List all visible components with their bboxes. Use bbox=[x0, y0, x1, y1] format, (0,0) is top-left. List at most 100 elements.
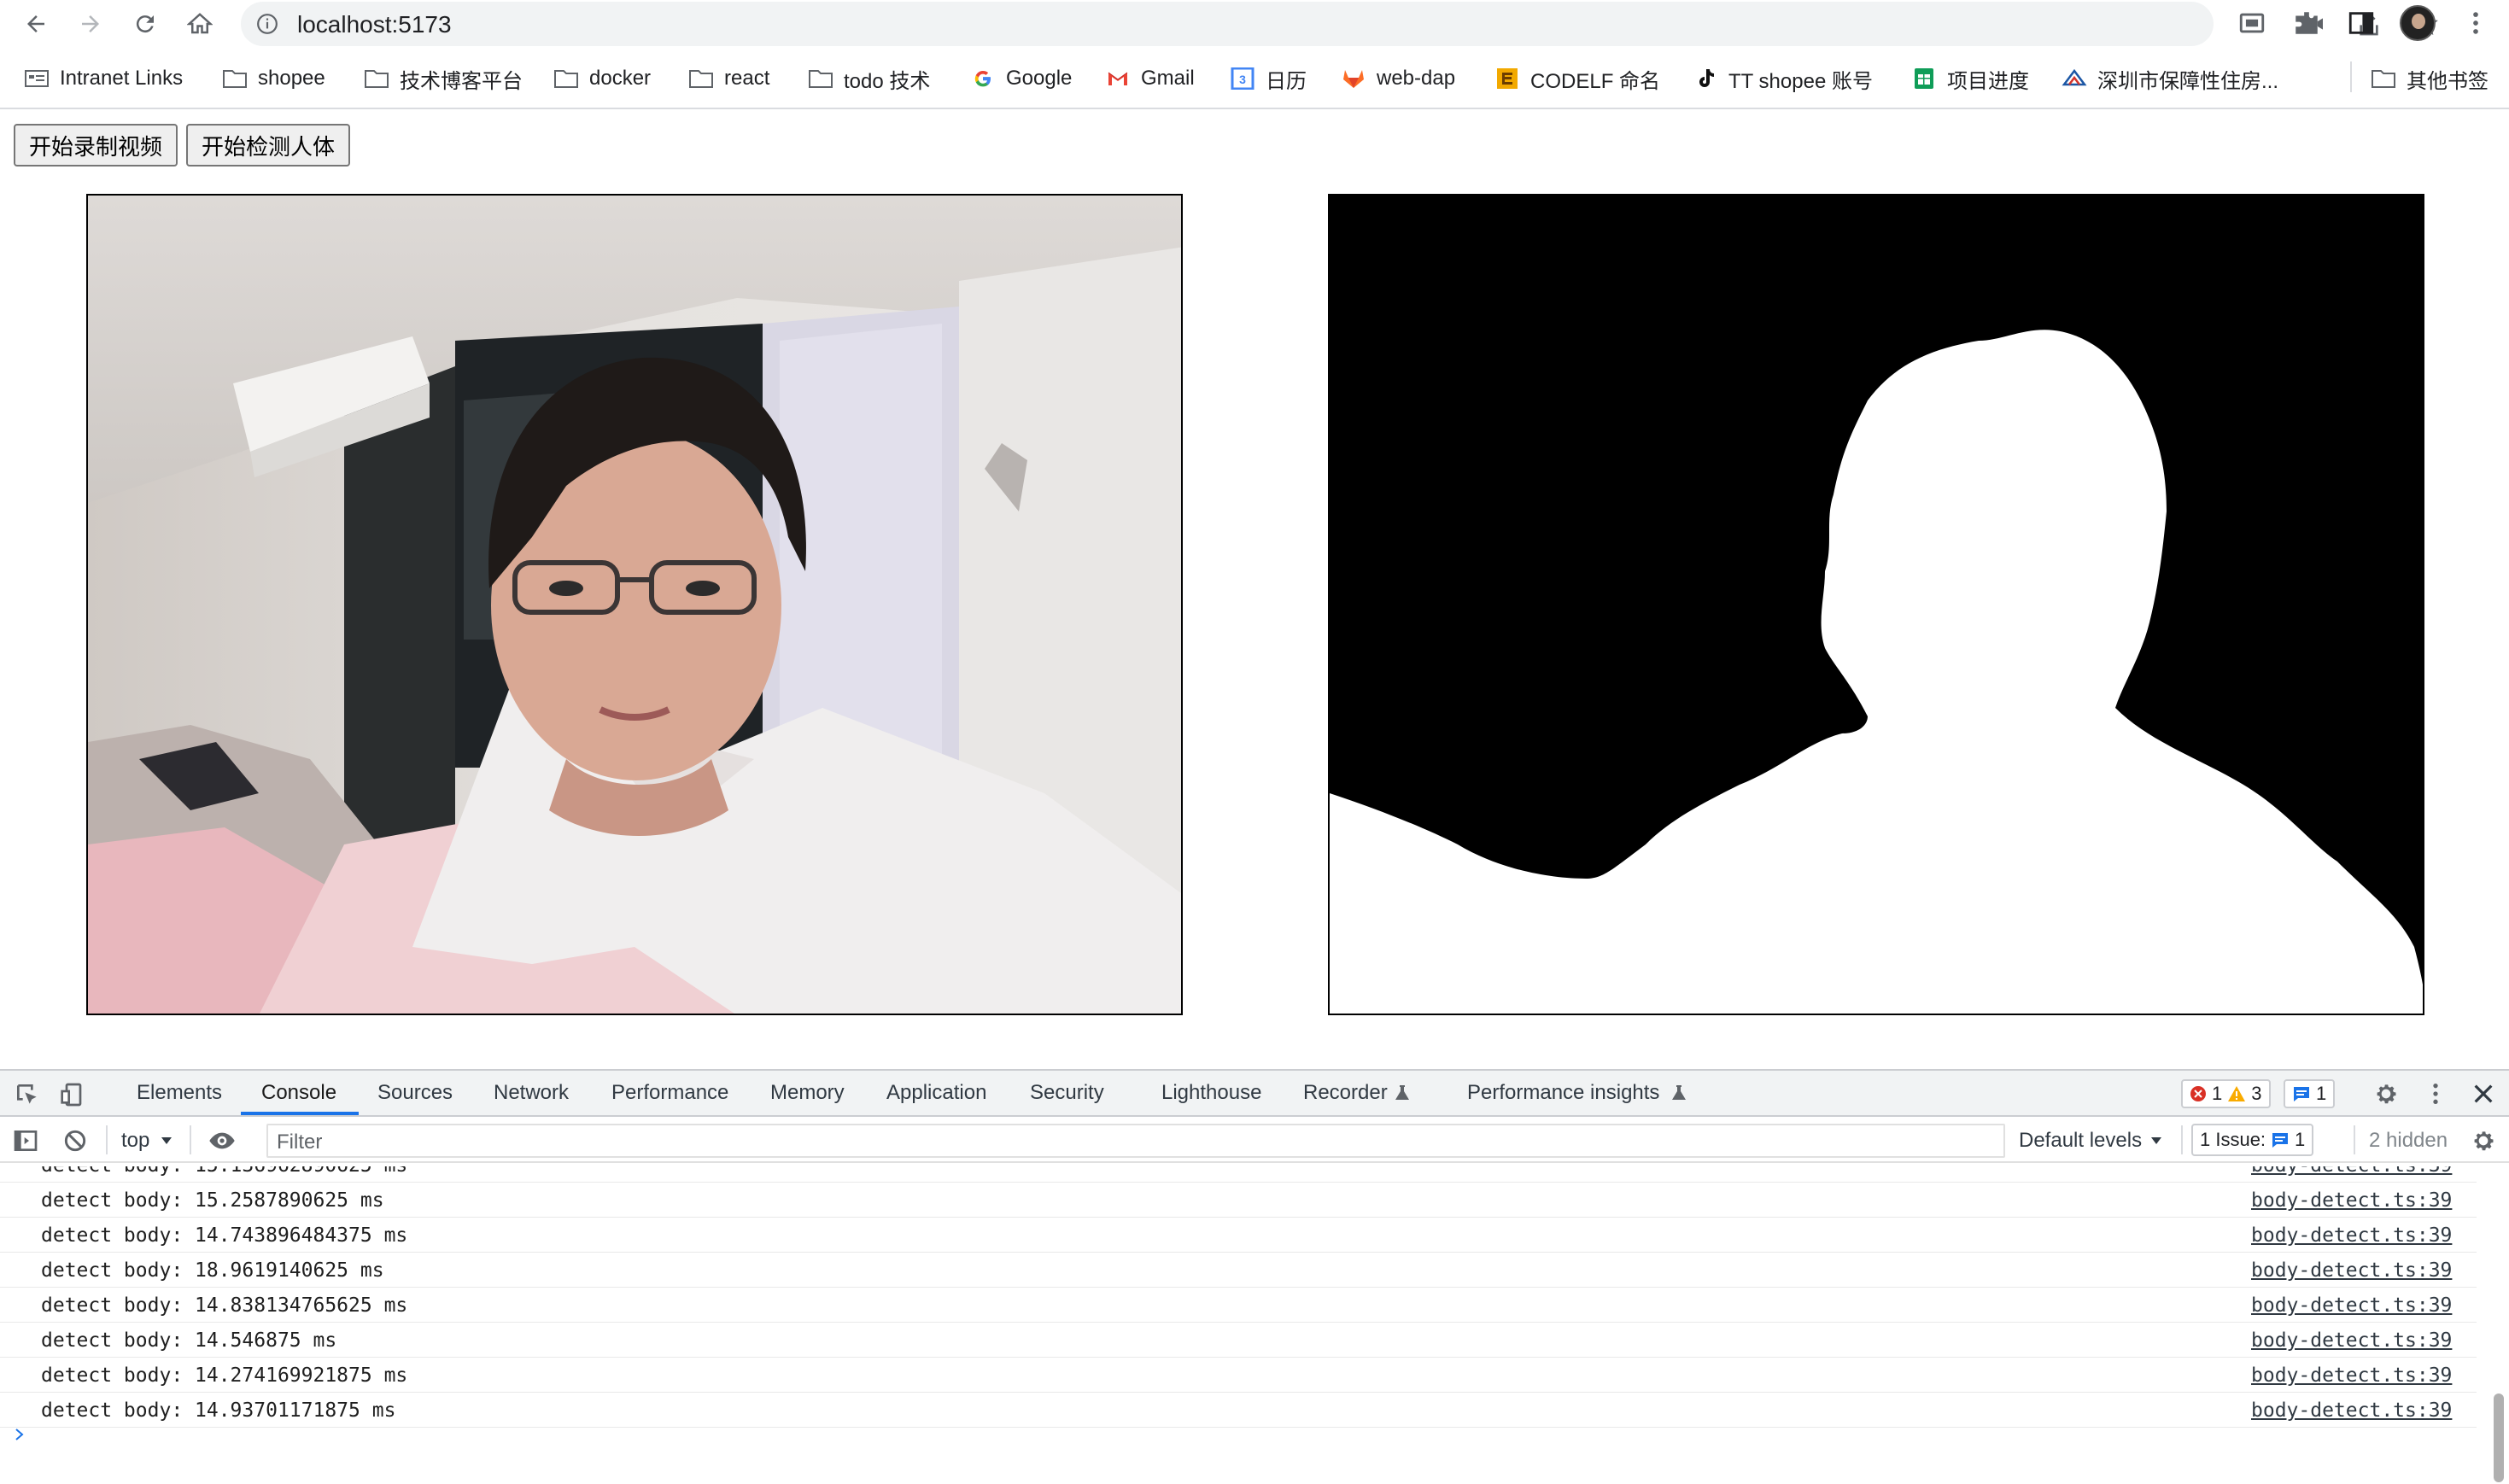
screencast-icon[interactable] bbox=[2237, 9, 2266, 38]
bookmark-tt-shopee[interactable]: TT shopee 账号 bbox=[1693, 65, 1873, 93]
url-text: localhost:5173 bbox=[297, 11, 452, 38]
start-detection-button[interactable]: 开始检测人体 bbox=[186, 124, 351, 167]
console-log-row: detect body: 18.9619140625 ms body-detec… bbox=[0, 1253, 2477, 1288]
toolbar-divider bbox=[106, 1125, 108, 1154]
tab-recorder[interactable]: Recorder bbox=[1303, 1081, 1388, 1105]
bookmark-label: shopee bbox=[258, 67, 325, 90]
log-source-link[interactable]: body-detect.ts:39 bbox=[2251, 1294, 2452, 1317]
message-counter[interactable]: 1 bbox=[2284, 1079, 2336, 1108]
home-icon bbox=[187, 13, 213, 34]
console-log-row: detect body: 14.93701171875 ms body-dete… bbox=[0, 1393, 2477, 1428]
bookmark-gmail[interactable]: Gmail bbox=[1105, 65, 1195, 92]
tab-application[interactable]: Application bbox=[886, 1081, 986, 1105]
bookmark-docker[interactable]: docker bbox=[553, 65, 651, 92]
more-vert-icon[interactable] bbox=[2422, 1080, 2449, 1107]
tab-lighthouse[interactable]: Lighthouse bbox=[1161, 1081, 1261, 1105]
dropdown-arrow-icon bbox=[2151, 1137, 2161, 1144]
bookmark-tech-blog[interactable]: 技术博客平台 bbox=[364, 65, 523, 93]
back-button[interactable] bbox=[17, 5, 55, 43]
bookmark-other[interactable]: 其他书签 bbox=[2371, 65, 2489, 93]
folder-icon bbox=[223, 70, 247, 88]
close-icon[interactable] bbox=[2470, 1080, 2497, 1107]
inspect-element-icon[interactable] bbox=[14, 1081, 41, 1108]
console-scrollbar[interactable] bbox=[2494, 1393, 2504, 1482]
error-warning-counter[interactable]: 1 3 bbox=[2181, 1079, 2271, 1108]
bookmark-label: Gmail bbox=[1141, 67, 1195, 90]
reload-icon bbox=[136, 15, 154, 33]
log-source-link[interactable]: body-detect.ts:39 bbox=[2251, 1259, 2452, 1282]
device-toolbar-icon[interactable] bbox=[60, 1081, 87, 1108]
profile-avatar[interactable] bbox=[2400, 5, 2436, 41]
folder-icon bbox=[554, 70, 578, 88]
bookmark-google[interactable]: Google bbox=[970, 65, 1072, 92]
clear-console-icon[interactable] bbox=[61, 1127, 89, 1154]
bookmark-label: 项目进度 bbox=[1947, 69, 2029, 93]
bookmark-web-dap[interactable]: web-dap bbox=[1341, 65, 1455, 92]
start-recording-button[interactable]: 开始录制视频 bbox=[14, 124, 178, 167]
tiktok-icon bbox=[1699, 69, 1714, 87]
console-log-row: detect body: 14.743896484375 ms body-det… bbox=[0, 1218, 2477, 1253]
console-messages: detect body: 15.136962890625 ms body-det… bbox=[0, 1166, 2509, 1484]
bookmark-sz-housing[interactable]: 深圳市保障性住房... bbox=[2062, 65, 2279, 93]
bookmark-react[interactable]: react bbox=[688, 65, 769, 92]
bookmark-label: Google bbox=[1006, 67, 1073, 90]
settings-gear-icon[interactable] bbox=[2372, 1080, 2400, 1107]
site-info-icon[interactable] bbox=[256, 13, 278, 35]
log-source-link[interactable]: body-detect.ts:39 bbox=[2251, 1224, 2452, 1247]
console-log-row: detect body: 14.838134765625 ms body-det… bbox=[0, 1288, 2477, 1323]
address-bar[interactable]: localhost:5173 bbox=[241, 2, 2438, 46]
log-source-link[interactable]: body-detect.ts:39 bbox=[2251, 1364, 2452, 1387]
bookmark-label: web-dap bbox=[1377, 67, 1456, 90]
bookmark-todo[interactable]: todo 技术 bbox=[808, 65, 930, 93]
tab-sources[interactable]: Sources bbox=[377, 1081, 453, 1105]
sheets-icon bbox=[1915, 68, 1933, 89]
bookmark-shopee[interactable]: shopee bbox=[222, 65, 325, 92]
message-icon bbox=[2272, 1133, 2289, 1148]
console-settings-gear-icon[interactable] bbox=[2470, 1127, 2497, 1154]
tab-security[interactable]: Security bbox=[1030, 1081, 1104, 1105]
console-filter-input[interactable]: Filter bbox=[266, 1124, 2005, 1158]
log-levels-dropdown[interactable]: Default levels bbox=[2019, 1129, 2142, 1153]
reload-button[interactable] bbox=[126, 5, 164, 43]
console-log-row: detect body: 15.136962890625 ms body-det… bbox=[0, 1166, 2477, 1183]
browser-toolbar: localhost:5173 bbox=[0, 0, 2509, 48]
log-source-link[interactable]: body-detect.ts:39 bbox=[2251, 1399, 2452, 1422]
extensions-icon[interactable] bbox=[2292, 9, 2321, 38]
more-vert-icon[interactable] bbox=[2461, 9, 2490, 38]
log-source-link[interactable]: body-detect.ts:39 bbox=[2251, 1329, 2452, 1352]
tab-console[interactable]: Console bbox=[261, 1081, 336, 1105]
experimental-flask-icon bbox=[1395, 1085, 1409, 1100]
side-panel-icon[interactable] bbox=[2347, 9, 2376, 38]
error-count: 1 bbox=[2212, 1083, 2223, 1104]
bookmark-label: 技术博客平台 bbox=[400, 69, 523, 93]
folder-icon bbox=[809, 70, 833, 88]
google-icon bbox=[974, 70, 991, 87]
bookmark-codelf[interactable]: CODELF 命名 bbox=[1494, 65, 1660, 93]
issues-label: 1 Issue: bbox=[2200, 1129, 2266, 1150]
bookmarks-bar: Intranet Links shopee 技术博客平台 docker reac… bbox=[0, 56, 2509, 99]
console-log-row: detect body: 15.2587890625 ms body-detec… bbox=[0, 1183, 2477, 1218]
tab-memory[interactable]: Memory bbox=[770, 1081, 845, 1105]
eye-icon[interactable] bbox=[208, 1127, 236, 1154]
segmentation-mask-image bbox=[1330, 196, 2423, 1014]
tab-performance[interactable]: Performance bbox=[611, 1081, 728, 1105]
issues-button[interactable]: 1 Issue: 1 bbox=[2191, 1124, 2314, 1156]
bookmark-label: 深圳市保障性住房... bbox=[2097, 69, 2279, 93]
log-message: detect body: 15.2587890625 ms bbox=[41, 1189, 384, 1212]
forward-button[interactable] bbox=[72, 5, 109, 43]
log-source-link[interactable]: body-detect.ts:39 bbox=[2251, 1189, 2452, 1212]
tab-elements[interactable]: Elements bbox=[137, 1081, 222, 1105]
camera-frame-image bbox=[88, 196, 1181, 1014]
tab-performance-insights[interactable]: Performance insights bbox=[1467, 1081, 1659, 1105]
gmail-icon bbox=[1108, 72, 1128, 85]
tab-network[interactable]: Network bbox=[494, 1081, 569, 1105]
sidebar-toggle-icon[interactable] bbox=[12, 1127, 39, 1154]
bookmark-calendar[interactable]: 3 日历 bbox=[1230, 65, 1307, 93]
active-tab-indicator bbox=[241, 1112, 359, 1115]
bookmark-intranet-links[interactable]: Intranet Links bbox=[24, 65, 183, 92]
log-source-link[interactable]: body-detect.ts:39 bbox=[2251, 1166, 2452, 1177]
bookmark-project-progress[interactable]: 项目进度 bbox=[1911, 65, 2029, 93]
context-selector[interactable]: top bbox=[121, 1129, 149, 1153]
console-prompt[interactable] bbox=[14, 1423, 26, 1448]
home-button[interactable] bbox=[181, 5, 219, 43]
